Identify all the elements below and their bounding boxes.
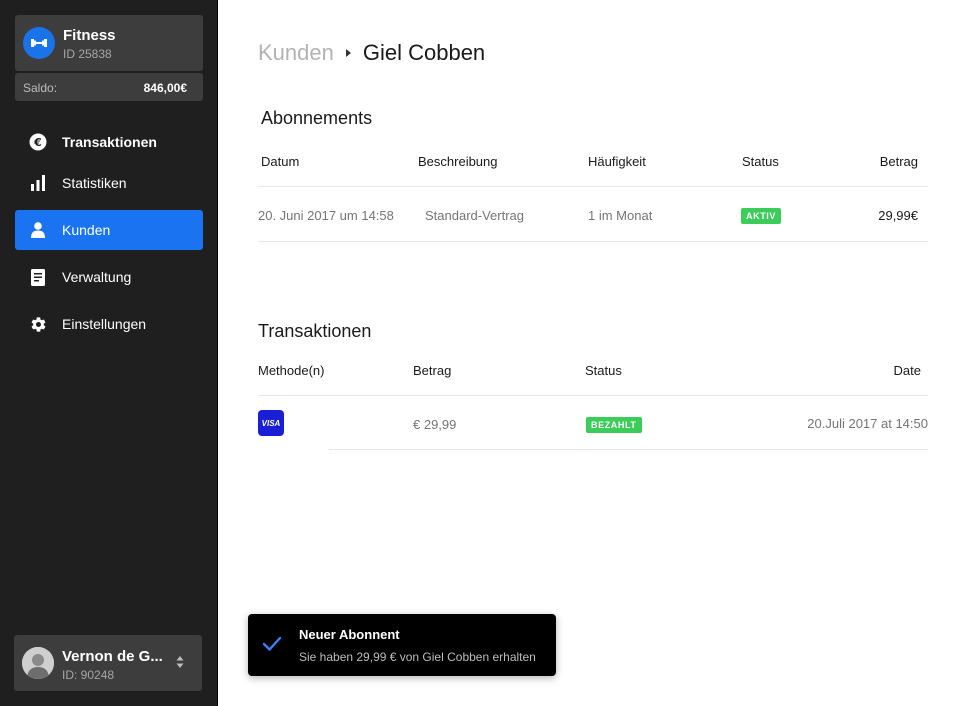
sidebar-item-label: Einstellungen: [62, 316, 147, 332]
user-name: Vernon de G...: [62, 648, 163, 665]
toast-title: Neuer Abonnent: [299, 627, 400, 642]
column-header-status: Status: [742, 154, 779, 169]
toast-message: Sie haben 29,99 € von Giel Cobben erhalt…: [299, 650, 536, 664]
sidebar-item-label: Verwaltung: [62, 269, 132, 285]
brand-id: ID 25838: [63, 47, 112, 61]
sidebar-item-transaktionen[interactable]: € Transaktionen: [15, 122, 203, 162]
visa-card-icon: VISA: [258, 410, 284, 436]
divider: [258, 241, 928, 242]
notification-toast[interactable]: Neuer Abonnent Sie haben 29,99 € von Gie…: [248, 614, 556, 676]
breadcrumb: Kunden Giel Cobben: [258, 40, 485, 66]
user-switcher[interactable]: Vernon de G... ID: 90248: [14, 635, 202, 691]
brand-name: Fitness: [63, 27, 116, 44]
divider: [258, 395, 928, 396]
column-header-description: Beschreibung: [418, 154, 498, 169]
person-icon: [29, 221, 47, 239]
subscription-frequency: 1 im Monat: [588, 208, 653, 223]
document-icon: [29, 268, 47, 286]
balance-bar: Saldo: 846,00€: [15, 73, 203, 101]
status-badge: AKTIV: [741, 208, 781, 224]
sidebar-item-label: Kunden: [62, 222, 111, 238]
sidebar-item-label: Statistiken: [62, 175, 127, 191]
breadcrumb-parent-link[interactable]: Kunden: [258, 40, 334, 66]
subscription-amount: 29,99€: [878, 208, 918, 223]
sidebar-item-einstellungen[interactable]: Einstellungen: [15, 304, 203, 344]
column-header-amount: Betrag: [413, 363, 452, 378]
bar-chart-icon: [29, 174, 47, 192]
sidebar-item-statistiken[interactable]: Statistiken: [15, 163, 203, 203]
user-id: ID: 90248: [62, 668, 115, 682]
balance-label: Saldo:: [23, 81, 58, 95]
subscriptions-title: Abonnements: [261, 108, 373, 128]
subscription-description: Standard-Vertrag: [425, 208, 525, 223]
sort-toggle-icon[interactable]: [176, 655, 184, 674]
status-badge: BEZAHLT: [586, 417, 642, 433]
column-header-frequency: Häufigkeit: [588, 154, 646, 169]
dumbbell-icon: [23, 27, 55, 59]
column-header-status: Status: [585, 363, 622, 378]
divider: [258, 186, 928, 187]
avatar: [22, 647, 54, 679]
subscription-date: 20. Juni 2017 um 14:58: [258, 208, 394, 223]
transaction-amount: € 29,99: [413, 417, 457, 432]
column-header-date: Date: [893, 363, 921, 378]
page-title: Giel Cobben: [362, 40, 486, 65]
checkmark-icon: [262, 636, 282, 657]
sidebar-item-kunden[interactable]: Kunden: [15, 210, 203, 250]
balance-value: 846,00€: [143, 81, 187, 95]
brand-card[interactable]: Fitness ID 25838: [15, 15, 203, 71]
transaction-date: 20.Juli 2017 at 14:50: [807, 416, 928, 431]
sidebar: Fitness ID 25838 Saldo: 846,00€ € Transa…: [0, 0, 218, 706]
transactions-title: Transaktionen: [258, 321, 372, 341]
sidebar-item-label: Transaktionen: [62, 134, 157, 150]
column-header-method: Methode(n): [258, 363, 325, 378]
svg-text:€: €: [33, 136, 42, 149]
sidebar-item-verwaltung[interactable]: Verwaltung: [15, 257, 203, 297]
breadcrumb-arrow-icon: [345, 49, 351, 57]
main-content: Kunden Giel Cobben Abonnements Datum Bes…: [219, 0, 968, 706]
column-header-amount: Betrag: [879, 154, 918, 169]
column-header-date: Datum: [261, 154, 300, 169]
divider: [329, 449, 928, 450]
euro-icon: €: [29, 133, 47, 151]
gear-icon: [29, 315, 47, 333]
